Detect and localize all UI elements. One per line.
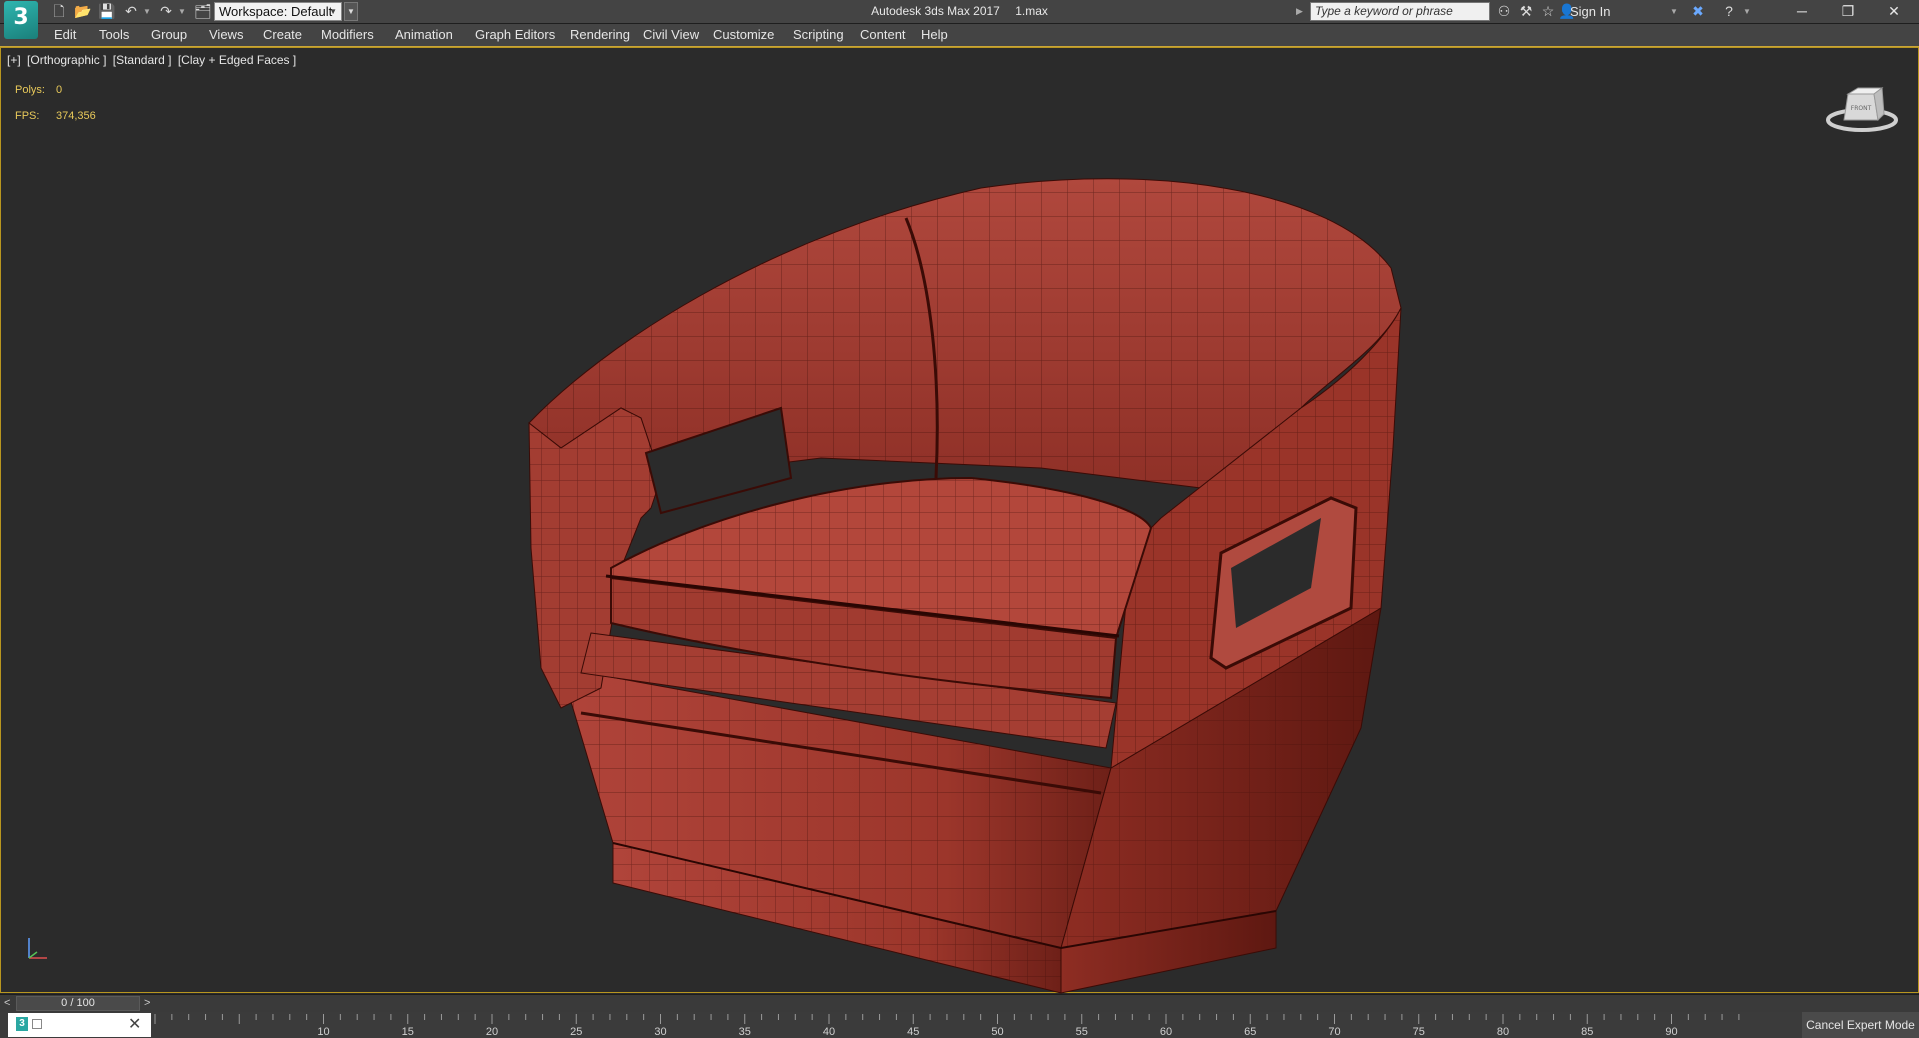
infocenter-expand-icon[interactable]: ▶ [1296,2,1308,21]
time-slider-thumb[interactable]: 0 / 100 [16,996,140,1011]
close-button[interactable]: ✕ [1872,0,1916,23]
star-icon[interactable]: ☆ [1538,2,1558,21]
new-file-icon[interactable]: 🗋 [48,2,70,21]
workspace-label: Workspace: Default [219,4,333,19]
ruler-tick-label: 60 [1160,1026,1172,1038]
armchair-model[interactable] [1,48,1919,994]
quick-access-customize-button[interactable]: ▼ [344,2,358,21]
workspace-dropdown[interactable]: Workspace: Default ▼ [214,2,342,21]
help-dropdown-icon[interactable]: ▼ [1742,2,1752,21]
fps-label: FPS: [15,110,40,122]
viewport-general-menu[interactable]: [+] [7,53,21,67]
menu-views[interactable]: Views [209,24,243,46]
autodesk-exchange-icon[interactable]: ✖ [1686,2,1710,21]
maxscript-logo-icon: 3 [16,1017,28,1031]
frame-display: 0 / 100 [61,997,95,1009]
viewport-visual-style[interactable]: [Clay + Edged Faces ] [178,53,296,67]
ruler-tick-label: 90 [1665,1026,1677,1038]
time-slider[interactable]: < 0 / 100 > [0,994,1919,1012]
restore-button[interactable]: ❐ [1826,0,1870,23]
app-logo-icon[interactable]: 3 [4,1,38,39]
help-icon[interactable]: ? [1718,2,1740,21]
search-placeholder: Type a keyword or phrase [1315,4,1453,18]
listener-window-icon[interactable] [32,1019,42,1029]
axis-tripod-icon [28,938,47,959]
ruler-tick-label: 35 [739,1026,751,1038]
menu-help[interactable]: Help [921,24,948,46]
menu-animation[interactable]: Animation [395,24,453,46]
app-title: Autodesk 3ds Max 2017 [871,4,1000,18]
sign-in-button[interactable]: Sign In [1570,2,1610,21]
time-slider-next-button[interactable]: > [144,995,156,1012]
undo-dropdown-icon[interactable]: ▼ [142,2,152,21]
fps-stat: FPS: 374,356 [15,110,96,122]
ruler-tick-label: 65 [1244,1026,1256,1038]
redo-dropdown-icon[interactable]: ▼ [177,2,187,21]
menu-content[interactable]: Content [860,24,906,46]
close-icon[interactable]: ✕ [128,1014,141,1036]
binoculars-icon[interactable]: ⚇ [1494,2,1514,21]
viewcube-face-label: FRONT [1851,105,1872,112]
track-bar[interactable]: 3 ✕ 101520253035404550556065707580859095… [0,1012,1919,1038]
menu-customize[interactable]: Customize [713,24,774,46]
menu-tools[interactable]: Tools [99,24,129,46]
menu-graph-editors[interactable]: Graph Editors [475,24,555,46]
ruler-tick-label: 15 [402,1026,414,1038]
sign-in-dropdown-icon[interactable]: ▼ [1668,2,1680,21]
ruler-tick-label: 75 [1413,1026,1425,1038]
time-slider-prev-button[interactable]: < [4,995,16,1012]
ruler-tick-label: 70 [1328,1026,1340,1038]
ruler-tick-label: 40 [823,1026,835,1038]
frame-ruler[interactable]: 101520253035404550556065707580859095100 [150,1012,1750,1038]
minimize-button[interactable]: ─ [1780,0,1824,23]
redo-icon[interactable]: ↷ [155,2,177,21]
chevron-down-icon: ▼ [329,7,337,16]
menu-create[interactable]: Create [263,24,302,46]
title-bar: 3 🗋 📂 💾 ↶ ▼ ↷ ▼ 🗂 Workspace: Default ▼ ▼… [0,0,1919,39]
project-folder-icon[interactable]: 🗂 [192,2,214,21]
ruler-tick-label: 85 [1581,1026,1593,1038]
communication-center-icon[interactable]: ⚒ [1516,2,1536,21]
cancel-expert-label: Cancel Expert Mode [1806,1018,1915,1032]
open-file-icon[interactable]: 📂 [72,2,94,21]
viewport-label[interactable]: [+] [Orthographic ] [Standard ] [Clay + … [7,53,299,67]
polys-label: Polys: [15,84,45,96]
ruler-tick-label: 50 [991,1026,1003,1038]
viewport-point-of-view[interactable]: [Orthographic ] [27,53,106,67]
menu-group[interactable]: Group [151,24,187,46]
ruler-tick-label: 10 [317,1026,329,1038]
viewcube-icon[interactable]: FRONT [1824,82,1900,134]
sign-in-label: Sign In [1570,4,1611,19]
menu-scripting[interactable]: Scripting [793,24,844,46]
ruler-tick-label: 20 [486,1026,498,1038]
save-icon[interactable]: 💾 [96,2,118,21]
ruler-tick-label: 55 [1076,1026,1088,1038]
polys-value: 0 [56,84,63,96]
menu-modifiers[interactable]: Modifiers [321,24,374,46]
search-input[interactable]: Type a keyword or phrase [1310,2,1490,21]
ruler-tick-label: 45 [907,1026,919,1038]
menu-civil-view[interactable]: Civil View [643,24,699,46]
menu-edit[interactable]: Edit [54,24,76,46]
file-name: 1.max [1015,4,1048,18]
ruler-tick-label: 25 [570,1026,582,1038]
polys-stat: Polys: 0 [15,84,62,96]
undo-icon[interactable]: ↶ [120,2,142,21]
fps-value: 374,356 [56,110,96,122]
menu-bar: Edit Tools Group Views Create Modifiers … [0,24,1919,47]
ruler-tick-label: 80 [1497,1026,1509,1038]
perspective-viewport[interactable]: [+] [Orthographic ] [Standard ] [Clay + … [0,47,1919,994]
cancel-expert-mode-button[interactable]: Cancel Expert Mode [1802,1012,1919,1038]
viewport-shading-standard[interactable]: [Standard ] [113,53,172,67]
maxscript-mini-listener[interactable]: 3 ✕ [8,1013,151,1037]
menu-rendering[interactable]: Rendering [570,24,630,46]
ruler-tick-label: 30 [654,1026,666,1038]
